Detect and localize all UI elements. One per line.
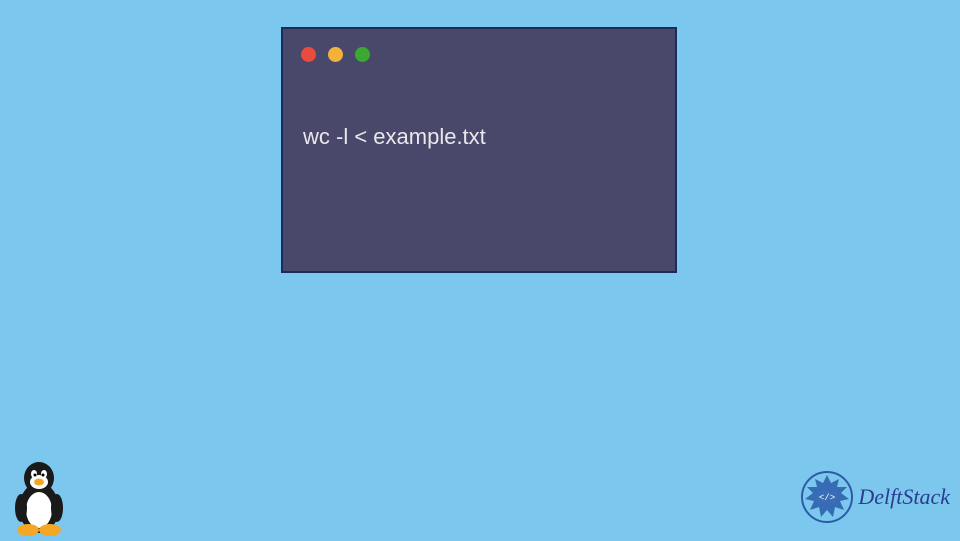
close-icon[interactable] [301, 47, 316, 62]
delftstack-label: DelftStack [858, 484, 950, 510]
linux-tux-icon [6, 458, 72, 536]
terminal-content: wc -l < example.txt [283, 69, 675, 170]
window-titlebar [283, 39, 675, 69]
delftstack-branding: </> DelftStack [800, 470, 950, 524]
maximize-icon[interactable] [355, 47, 370, 62]
command-text: wc -l < example.txt [303, 124, 486, 149]
svg-text:</>: </> [819, 493, 835, 503]
delftstack-logo-icon: </> [800, 470, 854, 524]
minimize-icon[interactable] [328, 47, 343, 62]
terminal-window: wc -l < example.txt [281, 27, 677, 273]
